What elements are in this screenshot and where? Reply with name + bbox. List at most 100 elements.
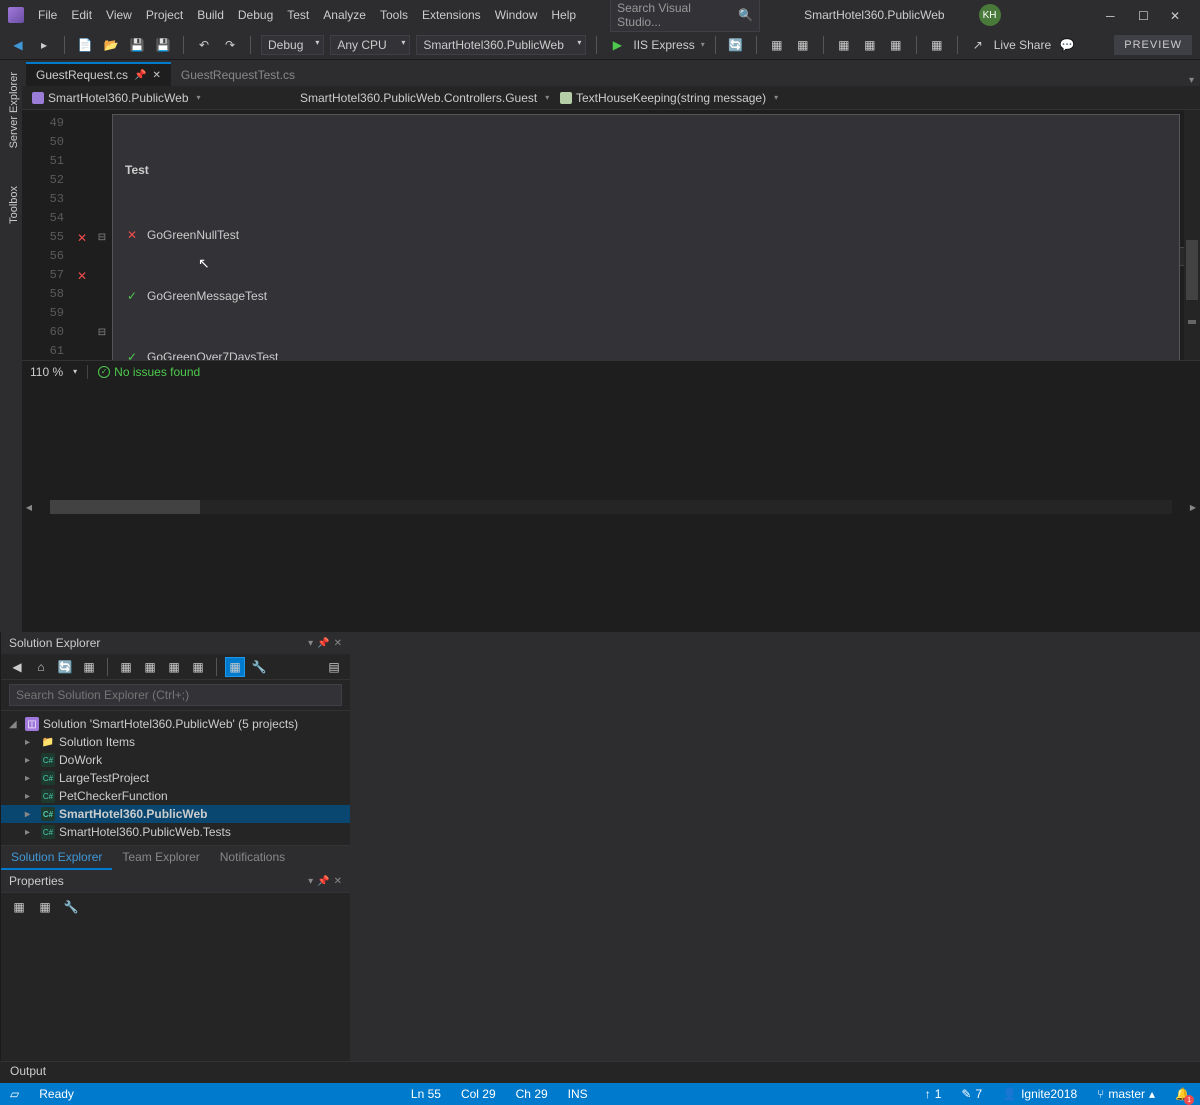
tab-team-explorer[interactable]: Team Explorer bbox=[112, 846, 209, 870]
props-button[interactable]: 🔧 bbox=[61, 897, 81, 917]
categorize-button[interactable]: ▦ bbox=[9, 897, 29, 917]
tree-item[interactable]: ▸C# LargeTestProject bbox=[1, 769, 350, 787]
properties-button[interactable]: 🔧 bbox=[249, 657, 269, 677]
tree-item[interactable]: ▸📁 Solution Items bbox=[1, 733, 350, 751]
panel-close-icon[interactable]: ✕ bbox=[334, 638, 342, 649]
alphabetize-button[interactable]: ▦ bbox=[35, 897, 55, 917]
run-button[interactable]: ▶ bbox=[607, 35, 627, 55]
tb-icon-3[interactable]: ▦ bbox=[834, 35, 854, 55]
status-notifications[interactable]: 🔔1 bbox=[1175, 1087, 1190, 1101]
test-row[interactable]: ✓GoGreenMessageTest bbox=[125, 285, 1167, 308]
quick-launch-search[interactable]: Search Visual Studio... 🔍 bbox=[610, 0, 760, 32]
tab-guestrequest[interactable]: GuestRequest.cs 📌 ✕ bbox=[26, 62, 171, 86]
solution-search-input[interactable] bbox=[9, 684, 342, 706]
code-editor[interactable]: 49 50 51 52 53 54 55 56 57 58 59 60 61 6… bbox=[22, 110, 1200, 360]
sync-button[interactable]: 🔄 bbox=[55, 657, 75, 677]
project-context[interactable]: SmartHotel360.PublicWeb bbox=[26, 91, 286, 105]
tb-icon-4[interactable]: ▦ bbox=[860, 35, 880, 55]
tb-icon-6[interactable]: ▦ bbox=[927, 35, 947, 55]
live-share-label[interactable]: Live Share bbox=[994, 38, 1051, 52]
vertical-scrollbar[interactable] bbox=[1184, 110, 1200, 360]
user-avatar[interactable]: KH bbox=[979, 4, 1001, 26]
minimize-button[interactable]: ─ bbox=[1106, 9, 1118, 21]
menu-tools[interactable]: Tools bbox=[380, 8, 408, 22]
btn-icon[interactable]: ▦ bbox=[140, 657, 160, 677]
fold-toggle[interactable]: ⊟ bbox=[92, 323, 112, 342]
tree-item[interactable]: ▸C# PetCheckerFunction bbox=[1, 787, 350, 805]
tb-icon-2[interactable]: ▦ bbox=[793, 35, 813, 55]
menu-file[interactable]: File bbox=[38, 8, 57, 22]
menu-project[interactable]: Project bbox=[146, 8, 183, 22]
preview-badge[interactable]: PREVIEW bbox=[1114, 35, 1192, 55]
undo-button[interactable]: ↶ bbox=[194, 35, 214, 55]
live-share-icon[interactable]: ↗ bbox=[968, 35, 988, 55]
tree-item-selected[interactable]: ▸C# SmartHotel360.PublicWeb bbox=[1, 805, 350, 823]
menu-extensions[interactable]: Extensions bbox=[422, 8, 481, 22]
redo-button[interactable]: ↷ bbox=[220, 35, 240, 55]
status-col[interactable]: Col 29 bbox=[461, 1087, 496, 1101]
menu-analyze[interactable]: Analyze bbox=[323, 8, 366, 22]
panel-close-icon[interactable]: ✕ bbox=[334, 876, 342, 887]
solution-node[interactable]: ◢ ◫ Solution 'SmartHotel360.PublicWeb' (… bbox=[1, 715, 350, 733]
startup-dropdown[interactable]: SmartHotel360.PublicWeb bbox=[416, 35, 586, 55]
status-line[interactable]: Ln 55 bbox=[411, 1087, 441, 1101]
tree-item[interactable]: ▸C# DoWork bbox=[1, 751, 350, 769]
close-button[interactable]: ✕ bbox=[1170, 9, 1182, 21]
test-fail-indicator[interactable]: ✕ bbox=[72, 228, 92, 247]
test-row[interactable]: ✕GoGreenNullTest bbox=[125, 224, 1167, 247]
status-branch[interactable]: ⑂master ▴ bbox=[1097, 1087, 1155, 1101]
save-all-button[interactable]: 💾 bbox=[153, 35, 173, 55]
output-panel-tab[interactable]: Output bbox=[0, 1061, 1200, 1083]
nav-fwd-button[interactable]: ▸ bbox=[34, 35, 54, 55]
open-button[interactable]: 📂 bbox=[101, 35, 121, 55]
tab-notifications[interactable]: Notifications bbox=[210, 846, 295, 870]
nav-back-button[interactable]: ◀ bbox=[8, 35, 28, 55]
tab-guestrequesttest[interactable]: GuestRequestTest.cs bbox=[171, 64, 305, 86]
code-text[interactable]: Test ✕GoGreenNullTest ✓GoGreenMessageTes… bbox=[112, 110, 1200, 360]
panel-dropdown[interactable]: ▾ bbox=[308, 638, 313, 649]
config-dropdown[interactable]: Debug bbox=[261, 35, 324, 55]
show-all-files-button[interactable]: ▦ bbox=[225, 657, 245, 677]
issues-indicator[interactable]: ✓No issues found bbox=[98, 365, 200, 379]
status-changes[interactable]: ✎7 bbox=[961, 1087, 982, 1101]
browser-link-button[interactable]: 🔄 bbox=[726, 35, 746, 55]
zoom-level[interactable]: 110 % bbox=[30, 365, 63, 379]
maximize-button[interactable]: ☐ bbox=[1138, 9, 1150, 21]
btn-icon[interactable]: ▦ bbox=[79, 657, 99, 677]
panel-pin-icon[interactable]: 📌 bbox=[317, 876, 329, 887]
tree-item[interactable]: ▸C# SmartHotel360.PublicWeb.Tests bbox=[1, 823, 350, 841]
tb-icon-5[interactable]: ▦ bbox=[886, 35, 906, 55]
status-publish[interactable]: ↑1 bbox=[925, 1087, 942, 1101]
method-context[interactable]: TextHouseKeeping(string message) bbox=[554, 91, 1196, 105]
panel-pin-icon[interactable]: 📌 bbox=[317, 638, 329, 649]
menu-view[interactable]: View bbox=[106, 8, 132, 22]
toolbox-tab[interactable]: Toolbox bbox=[0, 182, 22, 228]
class-context[interactable]: SmartHotel360.PublicWeb.Controllers.Gues… bbox=[290, 91, 550, 105]
back-button[interactable]: ◀ bbox=[7, 657, 27, 677]
status-ch[interactable]: Ch 29 bbox=[516, 1087, 548, 1101]
menu-window[interactable]: Window bbox=[495, 8, 538, 22]
btn-icon[interactable]: ▦ bbox=[164, 657, 184, 677]
server-explorer-tab[interactable]: Server Explorer bbox=[0, 68, 22, 152]
tab-overflow[interactable]: ▾ bbox=[1183, 75, 1200, 86]
menu-build[interactable]: Build bbox=[197, 8, 224, 22]
tb-icon-1[interactable]: ▦ bbox=[767, 35, 787, 55]
btn-icon[interactable]: ▦ bbox=[116, 657, 136, 677]
menu-debug[interactable]: Debug bbox=[238, 8, 273, 22]
feedback-button[interactable]: 💬 bbox=[1057, 35, 1077, 55]
status-user[interactable]: 👤Ignite2018 bbox=[1002, 1087, 1077, 1101]
fold-toggle[interactable]: ⊟ bbox=[92, 228, 112, 247]
save-button[interactable]: 💾 bbox=[127, 35, 147, 55]
tab-solution-explorer[interactable]: Solution Explorer bbox=[1, 846, 112, 870]
menu-test[interactable]: Test bbox=[287, 8, 309, 22]
btn-icon[interactable]: ▦ bbox=[188, 657, 208, 677]
test-row[interactable]: ✓GoGreenOver7DaysTest bbox=[125, 346, 1167, 360]
btn-icon[interactable]: ▤ bbox=[324, 657, 344, 677]
menu-help[interactable]: Help bbox=[551, 8, 576, 22]
close-icon[interactable]: ✕ bbox=[153, 70, 161, 81]
menu-edit[interactable]: Edit bbox=[71, 8, 92, 22]
new-project-button[interactable]: 📄 bbox=[75, 35, 95, 55]
pin-icon[interactable]: 📌 bbox=[134, 70, 146, 81]
panel-dropdown[interactable]: ▾ bbox=[308, 876, 313, 887]
status-ins[interactable]: INS bbox=[568, 1087, 588, 1101]
